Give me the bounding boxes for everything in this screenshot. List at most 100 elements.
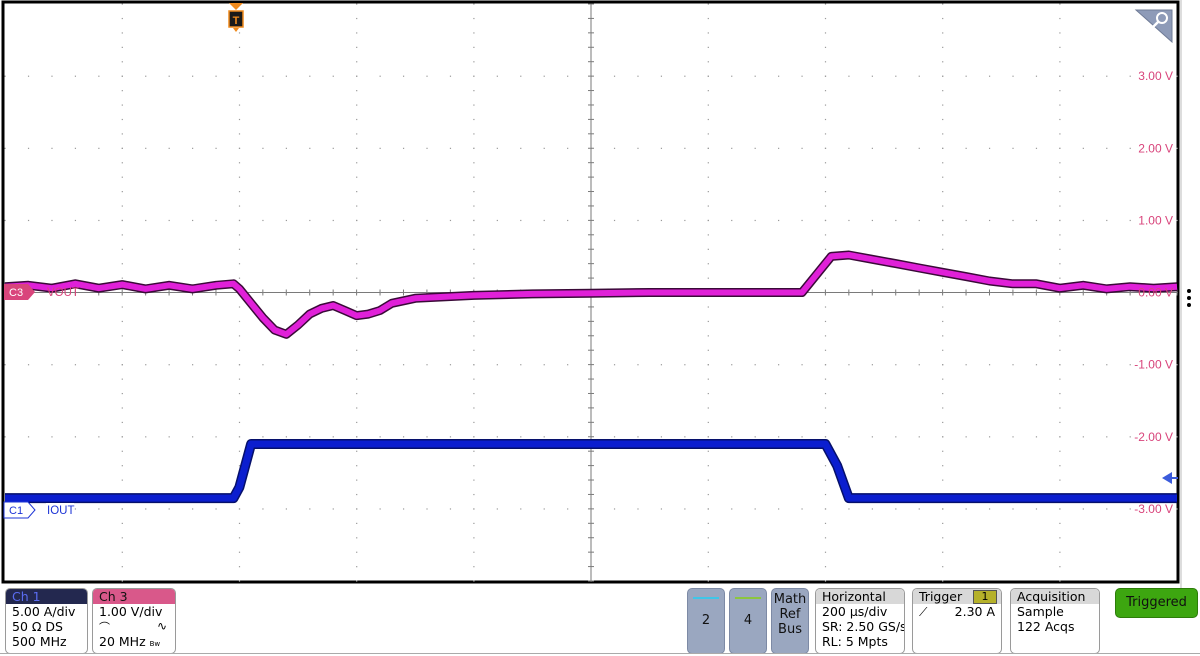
grid-dot <box>215 219 217 222</box>
grid-dot <box>754 436 756 438</box>
grid-dot <box>356 219 358 222</box>
grid-dot <box>778 147 780 149</box>
grid-dot <box>473 277 475 279</box>
grid-dot <box>1059 263 1061 265</box>
grid-dot <box>707 580 709 582</box>
ch3-panel[interactable]: Ch 3 1.00 V/div ⌒ ∿ 20 MHz Bw <box>92 588 176 654</box>
grid-dot <box>238 263 241 265</box>
grid-dot <box>262 75 264 77</box>
channel-4-button[interactable]: 4 <box>729 588 767 654</box>
grid-dot <box>51 147 53 149</box>
grid-dot <box>660 219 663 222</box>
ch3-badge-label: C3 <box>9 287 23 299</box>
math-ref-bus-button[interactable]: Math Ref Bus <box>771 588 809 654</box>
grid-dot <box>356 320 358 323</box>
grid-dot <box>473 493 475 496</box>
grid-dot <box>684 75 686 77</box>
more-vertical-icon[interactable] <box>1187 289 1191 307</box>
record-length: RL: 5 Mpts <box>822 634 888 649</box>
grid-dot <box>801 436 803 438</box>
grid-dot <box>449 75 452 77</box>
grid-dot <box>824 508 827 510</box>
grid-dot <box>356 118 358 121</box>
grid-dot <box>660 364 663 366</box>
grid-dot <box>74 147 77 149</box>
grid-dot <box>918 75 920 77</box>
channel-2-button[interactable]: 2 <box>687 588 725 654</box>
grid-dot <box>707 493 709 496</box>
ac-coupling-icon: ∿ <box>156 619 167 633</box>
grid-dot <box>262 219 264 222</box>
grid-dot <box>192 508 194 510</box>
grid-dot <box>965 75 967 77</box>
grid-dot <box>473 450 475 452</box>
grid-dot <box>1059 61 1061 63</box>
grid-dot <box>707 551 709 553</box>
grid-dot <box>215 508 217 510</box>
grid-dot <box>520 364 522 366</box>
grid-dot <box>824 118 827 121</box>
ch1-panel[interactable]: Ch 1 5.00 A/div 50 Ω DS 500 MHz <box>5 588 88 654</box>
grid-dot <box>356 133 358 135</box>
grid-dot <box>824 479 827 481</box>
grid-dot <box>121 219 123 222</box>
grid-dot <box>942 566 944 568</box>
grid-dot <box>145 364 147 366</box>
bandwidth-limit-icon: Bw <box>149 640 161 648</box>
grid-dot <box>356 277 358 279</box>
grid-dot <box>824 407 827 409</box>
grid-dot <box>942 162 944 164</box>
grid-dot <box>824 465 827 467</box>
grid-dot <box>1059 147 1061 149</box>
grid-dot <box>824 392 827 395</box>
grid-dot <box>942 580 944 582</box>
grid-dot <box>121 522 123 524</box>
grid-dot <box>707 465 709 467</box>
grid-dot <box>895 364 897 366</box>
y-tick-label: 2.00 V <box>1138 141 1173 155</box>
grid-dot <box>473 90 475 92</box>
grid-dot <box>121 392 123 395</box>
grid-dot <box>238 277 241 279</box>
grid-dot <box>473 162 475 164</box>
grid-dot <box>707 537 709 539</box>
horizontal-panel[interactable]: Horizontal 200 µs/div SR: 2.50 GS/s RL: … <box>815 588 905 654</box>
ch4-color-line <box>735 597 761 599</box>
grid-dot <box>942 407 944 409</box>
grid-dot <box>848 436 850 438</box>
grid-dot <box>356 104 358 106</box>
grid-dot <box>824 133 827 135</box>
grid-dot <box>238 46 241 48</box>
grid-dot <box>473 508 475 510</box>
triggered-status-button[interactable]: Triggered <box>1115 588 1198 618</box>
grid-dot <box>192 147 194 149</box>
grid-dot <box>121 580 123 582</box>
grid-dot <box>379 436 381 438</box>
grid-dot <box>1059 162 1061 164</box>
trigger-panel[interactable]: Trigger 1 ⟋ 2.30 A <box>912 588 1002 654</box>
grid-dot <box>356 191 358 193</box>
grid-dot <box>426 75 428 77</box>
ch3-icons-row: ⌒ ∿ <box>93 619 175 634</box>
grid-dot <box>778 75 780 77</box>
grid-dot <box>238 508 241 510</box>
grid-dot <box>543 508 545 510</box>
grid-dot <box>356 392 358 395</box>
grid-dot <box>356 248 358 250</box>
ch1-badge[interactable]: C1 <box>3 501 36 519</box>
grid-dot <box>707 421 709 424</box>
grid-dot <box>731 508 733 510</box>
grid-dot <box>613 364 616 366</box>
grid-dot <box>520 219 522 222</box>
grid-dot <box>356 378 358 380</box>
grid-dot <box>1059 465 1061 467</box>
grid-dot <box>356 162 358 164</box>
grid-dot <box>379 364 381 366</box>
grid-dot <box>51 436 53 438</box>
acquisition-panel[interactable]: Acquisition Sample 122 Acqs <box>1010 588 1100 654</box>
grid-dot <box>707 46 709 48</box>
grid-dot <box>168 436 170 438</box>
grid-dot <box>1059 248 1061 250</box>
grid-dot <box>238 551 241 553</box>
grid-dot <box>707 147 709 149</box>
